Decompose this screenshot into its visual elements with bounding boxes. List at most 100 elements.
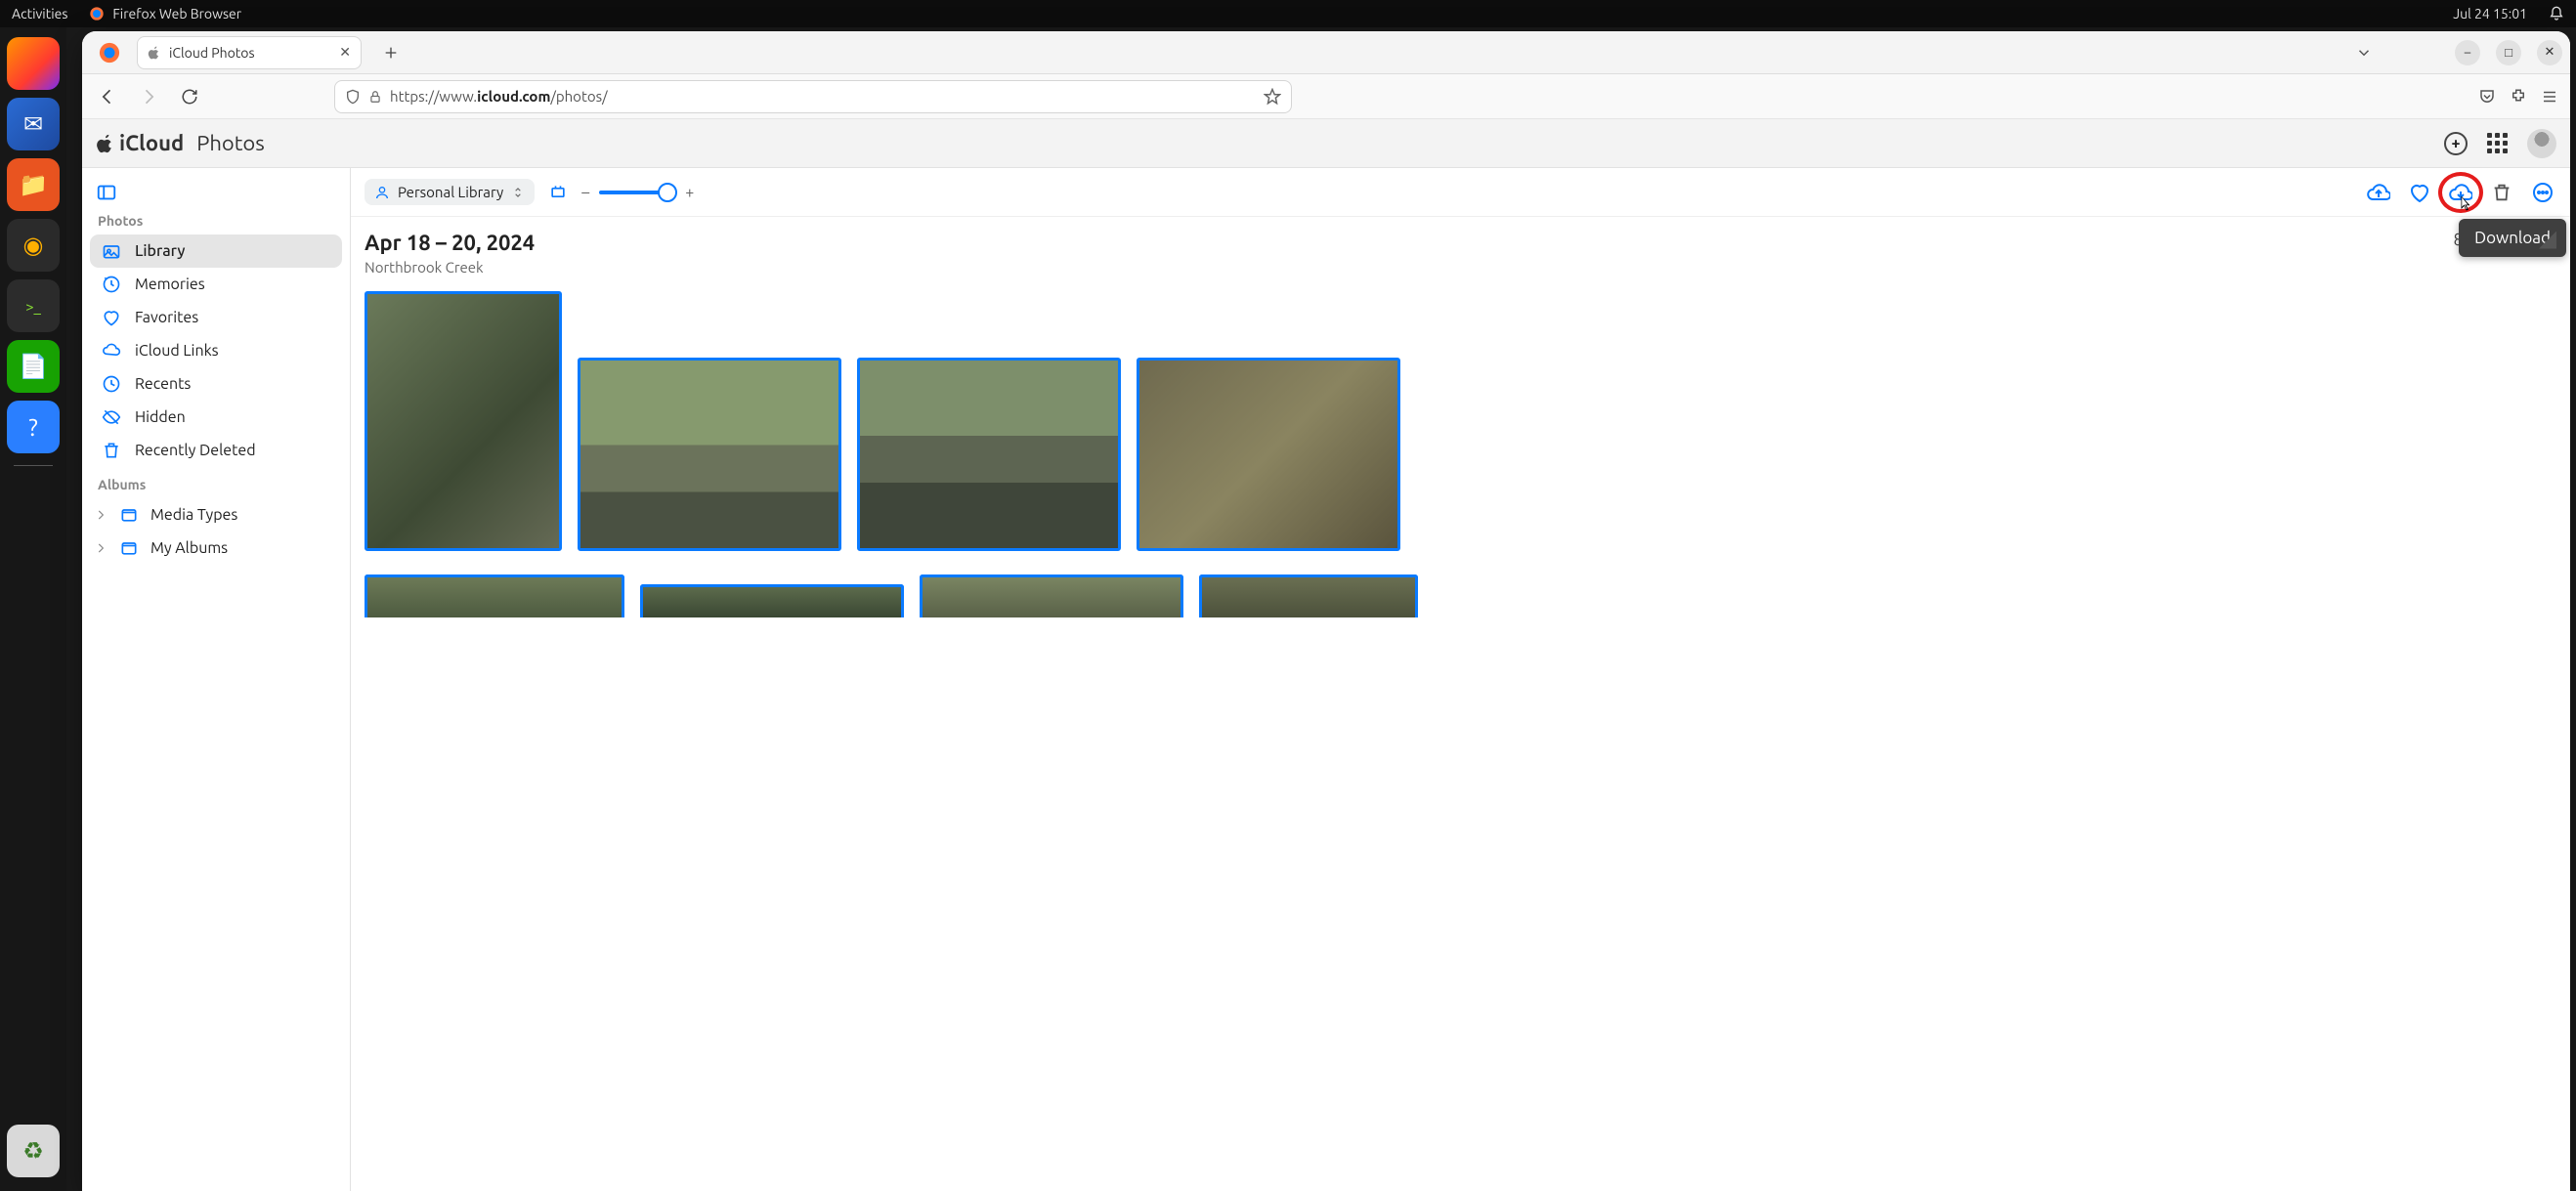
tab-close-icon[interactable]: ✕	[339, 44, 351, 61]
ubuntu-dock: ✉ 📁 ◉ >_ 📄 ? ♻	[0, 27, 66, 1191]
apple-icon	[96, 134, 115, 153]
tab-title: iCloud Photos	[169, 45, 255, 61]
apple-icon	[148, 46, 161, 60]
chevrons-icon	[511, 186, 525, 199]
firefox-home-icon[interactable]	[90, 42, 129, 64]
account-avatar[interactable]	[2527, 129, 2556, 158]
url-input[interactable]: https://www.icloud.com/photos/	[334, 80, 1292, 113]
more-button[interactable]	[2529, 181, 2556, 204]
favorite-button[interactable]	[2406, 181, 2433, 204]
sidebar-item-media-types[interactable]: Media Types	[90, 498, 342, 532]
browser-window: iCloud Photos ✕ – □ ✕ https://www.icloud…	[82, 31, 2570, 1191]
hamburger-menu-icon[interactable]	[2541, 88, 2558, 106]
photo-thumbnail[interactable]	[365, 574, 624, 617]
dock-libreoffice[interactable]: 📄	[7, 340, 60, 393]
clock[interactable]: Jul 24 15:01	[2453, 6, 2527, 21]
chevron-right-icon	[94, 541, 107, 555]
dock-help[interactable]: ?	[7, 401, 60, 453]
sidebar-item-label: iCloud Links	[135, 342, 219, 360]
person-icon	[374, 185, 390, 200]
zoom-out-icon[interactable]: –	[581, 184, 589, 201]
folder-icon	[119, 538, 139, 558]
aspect-toggle-button[interactable]	[548, 183, 568, 202]
zoom-in-icon[interactable]: +	[685, 184, 694, 201]
photo-thumbnail[interactable]	[1199, 574, 1418, 617]
photo-thumbnail[interactable]	[640, 584, 904, 617]
photos-toolbar: Personal Library – +	[351, 168, 2570, 217]
active-app-indicator[interactable]: Firefox Web Browser	[89, 6, 241, 21]
nav-reload-button[interactable]	[176, 83, 203, 110]
upload-button[interactable]	[2365, 181, 2392, 204]
library-picker[interactable]: Personal Library	[365, 179, 535, 205]
photo-thumbnail[interactable]	[857, 358, 1121, 551]
photo-thumbnail[interactable]	[365, 291, 562, 551]
shield-icon	[345, 89, 361, 105]
zoom-slider[interactable]	[599, 191, 675, 194]
sidebar-item-label: My Albums	[150, 539, 228, 557]
nav-forward-button	[135, 83, 162, 110]
date-range-heading: Apr 18 – 20, 2024	[365, 231, 535, 255]
icloud-header: iCloud Photos +	[82, 119, 2570, 168]
sidebar-item-recently-deleted[interactable]: Recently Deleted	[90, 434, 342, 467]
sidebar-item-hidden[interactable]: Hidden	[90, 401, 342, 434]
sidebar-item-label: Recents	[135, 375, 191, 393]
pocket-icon[interactable]	[2478, 88, 2496, 106]
tab-strip: iCloud Photos ✕ – □ ✕	[82, 31, 2570, 74]
activities-button[interactable]: Activities	[12, 6, 67, 21]
delete-button[interactable]	[2488, 182, 2515, 203]
sidebar-item-my-albums[interactable]: My Albums	[90, 532, 342, 565]
sidebar-item-label: Memories	[135, 276, 205, 293]
sidebar-item-label: Hidden	[135, 408, 186, 426]
photo-thumbnail[interactable]	[578, 358, 841, 551]
photo-thumbnail[interactable]	[920, 574, 1183, 617]
gnome-top-bar: Activities Firefox Web Browser Jul 24 15…	[0, 0, 2576, 27]
firefox-icon	[89, 6, 105, 21]
new-tab-button[interactable]	[377, 39, 405, 66]
folder-icon	[119, 505, 139, 525]
sidebar-item-label: Library	[135, 242, 185, 260]
photo-thumbnail[interactable]	[1137, 358, 1400, 551]
window-minimize-button[interactable]: –	[2455, 40, 2480, 65]
window-maximize-button[interactable]: □	[2496, 40, 2521, 65]
dock-trash[interactable]: ♻	[7, 1125, 60, 1177]
sidebar-item-label: Media Types	[150, 506, 237, 524]
url-text: https://www.icloud.com/photos/	[390, 88, 1256, 105]
sidebar-item-library[interactable]: Library	[90, 234, 342, 268]
sidebar-item-label: Favorites	[135, 309, 198, 326]
sidebar-item-label: Recently Deleted	[135, 442, 256, 459]
dock-files[interactable]: 📁	[7, 158, 60, 211]
upload-add-button[interactable]: +	[2444, 132, 2468, 155]
location-label: Northbrook Creek	[365, 259, 535, 276]
app-launcher-icon[interactable]	[2487, 133, 2508, 153]
lock-icon	[368, 90, 382, 104]
sidebar-section-albums: Albums	[98, 477, 334, 492]
url-row: https://www.icloud.com/photos/	[82, 74, 2570, 119]
extensions-icon[interactable]	[2510, 88, 2527, 106]
content-header: Apr 18 – 20, 2024 Northbrook Creek 8 Sel…	[351, 217, 2570, 281]
sidebar-item-favorites[interactable]: Favorites	[90, 301, 342, 334]
browser-tab[interactable]: iCloud Photos ✕	[137, 36, 362, 69]
sidebar: Photos Library Memories Favorites iCloud…	[82, 168, 351, 1191]
dock-rhythmbox[interactable]: ◉	[7, 219, 60, 272]
sidebar-item-memories[interactable]: Memories	[90, 268, 342, 301]
download-button[interactable]	[2447, 181, 2474, 204]
main-panel: Personal Library – +	[351, 168, 2570, 1191]
chevron-right-icon	[94, 508, 107, 522]
sidebar-section-photos: Photos	[98, 213, 334, 229]
library-picker-label: Personal Library	[398, 184, 503, 200]
dock-terminal[interactable]: >_	[7, 279, 60, 332]
icloud-brand[interactable]: iCloud Photos	[96, 131, 265, 155]
sidebar-item-recents[interactable]: Recents	[90, 367, 342, 401]
photo-grid	[351, 281, 2570, 627]
zoom-control[interactable]: – +	[581, 184, 694, 201]
notification-icon[interactable]	[2549, 6, 2564, 21]
sidebar-toggle-icon[interactable]	[96, 182, 336, 203]
tabs-dropdown-icon[interactable]	[2355, 44, 2373, 62]
sidebar-item-icloud-links[interactable]: iCloud Links	[90, 334, 342, 367]
window-close-button[interactable]: ✕	[2537, 40, 2562, 65]
nav-back-button[interactable]	[94, 83, 121, 110]
dock-separator	[14, 465, 53, 466]
dock-thunderbird[interactable]: ✉	[7, 98, 60, 150]
bookmark-star-icon[interactable]	[1264, 88, 1281, 106]
dock-firefox[interactable]	[7, 37, 60, 90]
